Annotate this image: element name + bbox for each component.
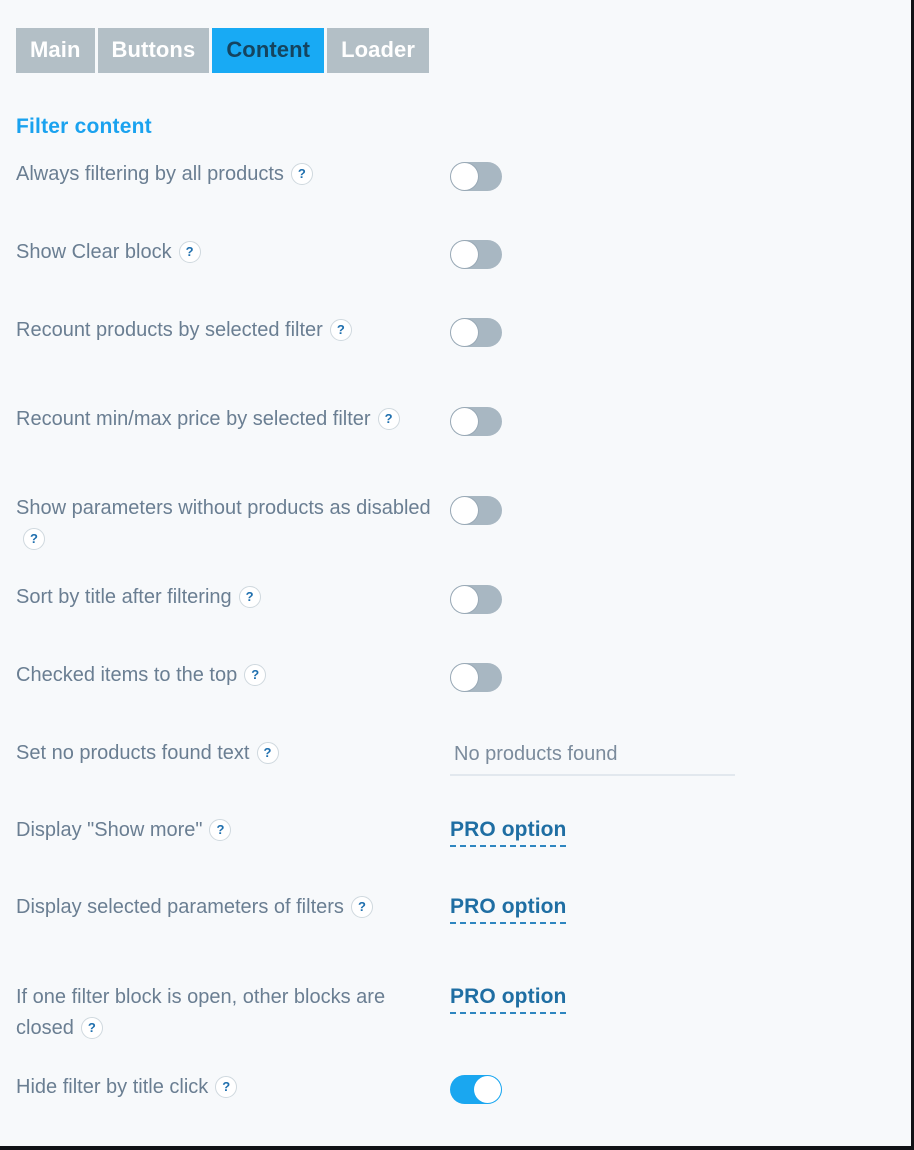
setting-label-text: Recount min/max price by selected filter [16, 408, 371, 430]
setting-label-text: Hide filter by title click [16, 1076, 209, 1098]
setting-row-recount-products-by-selected-filter: Recount products by selected filter? [0, 315, 911, 404]
setting-row-display-selected-parameters-of-filters: Display selected parameters of filters? … [0, 892, 911, 982]
toggle-show-parameters-without-products-as-disabled[interactable] [450, 496, 502, 525]
setting-row-hide-filter-by-title-click: Hide filter by title click? [0, 1072, 911, 1132]
help-icon[interactable]: ? [215, 1075, 238, 1098]
help-icon[interactable]: ? [256, 741, 279, 764]
toggle-knob [451, 664, 478, 691]
toggle-knob [451, 408, 478, 435]
setting-label: Recount products by selected filter? [16, 315, 450, 346]
setting-row-if-one-filter-block-is-open: If one filter block is open, other block… [0, 982, 911, 1072]
pro-option-link[interactable]: PRO option [450, 985, 567, 1014]
setting-row-set-no-products-found-text: Set no products found text? [0, 738, 911, 815]
setting-row-show-clear-block: Show Clear block? [0, 237, 911, 315]
toggle-knob [451, 241, 478, 268]
tab-main[interactable]: Main [16, 28, 95, 73]
help-icon[interactable]: ? [80, 1016, 103, 1039]
setting-row-sort-by-title-after-filtering: Sort by title after filtering? [0, 582, 911, 660]
setting-control [450, 493, 911, 525]
setting-label-text: Always filtering by all products [16, 163, 284, 185]
setting-control [450, 582, 911, 614]
help-icon[interactable]: ? [209, 818, 232, 841]
tab-bar: Main Buttons Content Loader [0, 0, 911, 73]
settings-page: Main Buttons Content Loader Filter conte… [0, 0, 914, 1150]
help-icon[interactable]: ? [238, 585, 261, 608]
setting-label: Checked items to the top? [16, 660, 450, 691]
tab-content[interactable]: Content [212, 28, 325, 73]
setting-label: Display "Show more"? [16, 815, 450, 846]
pro-option-link[interactable]: PRO option [450, 818, 567, 847]
setting-control: PRO option [450, 892, 911, 924]
setting-row-always-filtering-by-all-products: Always filtering by all products? [0, 159, 911, 237]
setting-label: Hide filter by title click? [16, 1072, 450, 1103]
toggle-knob [451, 497, 478, 524]
setting-row-checked-items-to-the-top: Checked items to the top? [0, 660, 911, 738]
toggle-hide-filter-by-title-click[interactable] [450, 1075, 502, 1104]
setting-label: Set no products found text? [16, 738, 450, 769]
setting-row-display-show-more: Display "Show more"? PRO option [0, 815, 911, 892]
setting-label-text: Checked items to the top [16, 664, 238, 686]
setting-label: Sort by title after filtering? [16, 582, 450, 613]
setting-label-text: Set no products found text [16, 742, 250, 764]
setting-control [450, 660, 911, 692]
setting-control [450, 159, 911, 191]
setting-label: If one filter block is open, other block… [16, 982, 450, 1044]
pro-option-link[interactable]: PRO option [450, 895, 567, 924]
setting-control [450, 404, 911, 436]
setting-label-text: Sort by title after filtering [16, 586, 232, 608]
setting-control [450, 738, 911, 776]
toggle-show-clear-block[interactable] [450, 240, 502, 269]
help-icon[interactable]: ? [377, 407, 400, 430]
toggle-sort-by-title-after-filtering[interactable] [450, 585, 502, 614]
toggle-knob [451, 319, 478, 346]
tab-loader[interactable]: Loader [327, 28, 430, 73]
setting-label: Always filtering by all products? [16, 159, 450, 190]
toggle-knob [451, 163, 478, 190]
setting-label-text: Display selected parameters of filters [16, 896, 344, 918]
setting-control [450, 315, 911, 347]
settings-list: Always filtering by all products? Show C… [0, 139, 911, 1132]
toggle-knob [451, 586, 478, 613]
setting-label-text: Display "Show more" [16, 819, 203, 841]
tab-buttons[interactable]: Buttons [97, 28, 210, 73]
setting-label-text: Show parameters without products as disa… [16, 497, 431, 519]
setting-label: Show parameters without products as disa… [16, 493, 450, 555]
setting-row-recount-min-max-price-by-selected-filter: Recount min/max price by selected filter… [0, 404, 911, 493]
setting-label: Recount min/max price by selected filter… [16, 404, 450, 435]
no-products-found-input[interactable] [450, 741, 735, 776]
help-icon[interactable]: ? [244, 663, 267, 686]
help-icon[interactable]: ? [178, 240, 201, 263]
toggle-knob [474, 1076, 501, 1103]
toggle-recount-min-max-price-by-selected-filter[interactable] [450, 407, 502, 436]
setting-control [450, 1072, 911, 1104]
help-icon[interactable]: ? [329, 318, 352, 341]
help-icon[interactable]: ? [23, 527, 45, 550]
setting-control [450, 237, 911, 269]
setting-row-show-parameters-without-products-as-disabled: Show parameters without products as disa… [0, 493, 911, 582]
help-icon[interactable]: ? [350, 895, 373, 918]
toggle-always-filtering-by-all-products[interactable] [450, 162, 502, 191]
help-icon[interactable]: ? [290, 162, 313, 185]
toggle-recount-products-by-selected-filter[interactable] [450, 318, 502, 347]
setting-label-text: Recount products by selected filter [16, 319, 323, 341]
setting-label: Display selected parameters of filters? [16, 892, 450, 923]
toggle-checked-items-to-the-top[interactable] [450, 663, 502, 692]
setting-label-text: If one filter block is open, other block… [16, 986, 386, 1039]
setting-label-text: Show Clear block [16, 241, 172, 263]
setting-control: PRO option [450, 982, 911, 1014]
setting-label: Show Clear block? [16, 237, 450, 268]
setting-control: PRO option [450, 815, 911, 847]
page-title: Filter content [16, 115, 152, 138]
